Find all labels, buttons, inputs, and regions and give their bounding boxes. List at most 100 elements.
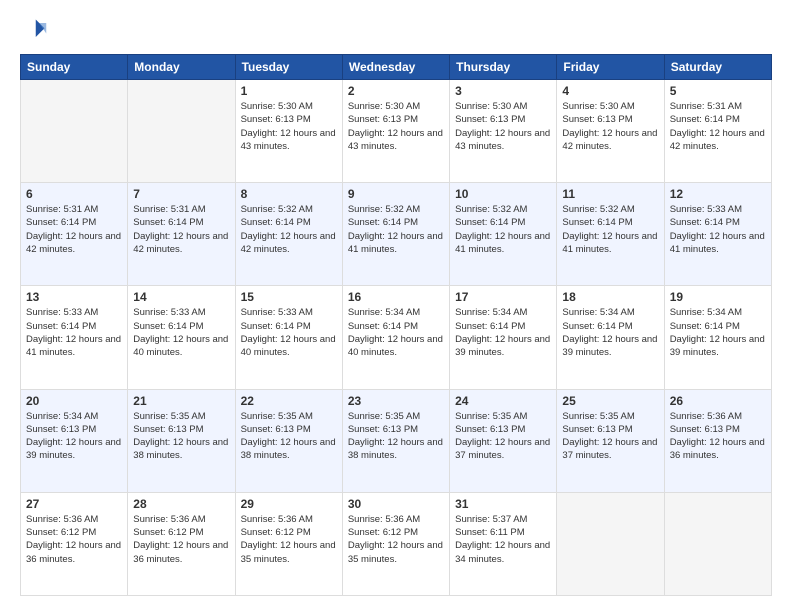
empty-cell [664,492,771,595]
day-info: Sunrise: 5:34 AMSunset: 6:13 PMDaylight:… [26,410,122,463]
week-row-4: 20 Sunrise: 5:34 AMSunset: 6:13 PMDayligh… [21,389,772,492]
day-number: 26 [670,394,766,408]
day-info: Sunrise: 5:34 AMSunset: 6:14 PMDaylight:… [670,306,766,359]
day-header-wednesday: Wednesday [342,55,449,80]
day-cell-31: 31 Sunrise: 5:37 AMSunset: 6:11 PMDayligh… [450,492,557,595]
day-info: Sunrise: 5:34 AMSunset: 6:14 PMDaylight:… [455,306,551,359]
day-number: 25 [562,394,658,408]
day-info: Sunrise: 5:30 AMSunset: 6:13 PMDaylight:… [241,100,337,153]
day-info: Sunrise: 5:34 AMSunset: 6:14 PMDaylight:… [348,306,444,359]
day-number: 29 [241,497,337,511]
day-number: 14 [133,290,229,304]
day-cell-1: 1 Sunrise: 5:30 AMSunset: 6:13 PMDaylight… [235,80,342,183]
day-number: 30 [348,497,444,511]
day-header-thursday: Thursday [450,55,557,80]
day-number: 11 [562,187,658,201]
week-row-5: 27 Sunrise: 5:36 AMSunset: 6:12 PMDayligh… [21,492,772,595]
day-cell-11: 11 Sunrise: 5:32 AMSunset: 6:14 PMDayligh… [557,183,664,286]
day-number: 13 [26,290,122,304]
day-number: 6 [26,187,122,201]
calendar-table: SundayMondayTuesdayWednesdayThursdayFrid… [20,54,772,596]
day-cell-6: 6Sunrise: 5:31 AMSunset: 6:14 PMDaylight… [21,183,128,286]
day-cell-18: 18 Sunrise: 5:34 AMSunset: 6:14 PMDayligh… [557,286,664,389]
day-info: Sunrise: 5:36 AMSunset: 6:12 PMDaylight:… [133,513,229,566]
day-number: 12 [670,187,766,201]
day-number: 7 [133,187,229,201]
day-info: Sunrise: 5:32 AMSunset: 6:14 PMDaylight:… [562,203,658,256]
day-info: Sunrise: 5:33 AMSunset: 6:14 PMDaylight:… [133,306,229,359]
day-cell-21: 21 Sunrise: 5:35 AMSunset: 6:13 PMDayligh… [128,389,235,492]
day-number: 3 [455,84,551,98]
day-cell-10: 10 Sunrise: 5:32 AMSunset: 6:14 PMDayligh… [450,183,557,286]
day-header-sunday: Sunday [21,55,128,80]
day-header-monday: Monday [128,55,235,80]
day-info: Sunrise: 5:37 AMSunset: 6:11 PMDaylight:… [455,513,551,566]
day-number: 10 [455,187,551,201]
day-info: Sunrise: 5:36 AMSunset: 6:12 PMDaylight:… [241,513,337,566]
empty-cell [557,492,664,595]
day-cell-23: 23 Sunrise: 5:35 AMSunset: 6:13 PMDayligh… [342,389,449,492]
day-number: 8 [241,187,337,201]
day-info: Sunrise: 5:33 AMSunset: 6:14 PMDaylight:… [241,306,337,359]
day-info: Sunrise: 5:35 AMSunset: 6:13 PMDaylight:… [348,410,444,463]
day-number: 4 [562,84,658,98]
day-number: 31 [455,497,551,511]
day-cell-29: 29 Sunrise: 5:36 AMSunset: 6:12 PMDayligh… [235,492,342,595]
day-info: Sunrise: 5:32 AMSunset: 6:14 PMDaylight:… [241,203,337,256]
day-number: 5 [670,84,766,98]
day-cell-28: 28 Sunrise: 5:36 AMSunset: 6:12 PMDayligh… [128,492,235,595]
day-info: Sunrise: 5:30 AMSunset: 6:13 PMDaylight:… [348,100,444,153]
day-header-friday: Friday [557,55,664,80]
day-number: 16 [348,290,444,304]
day-info: Sunrise: 5:32 AMSunset: 6:14 PMDaylight:… [348,203,444,256]
day-info: Sunrise: 5:30 AMSunset: 6:13 PMDaylight:… [562,100,658,153]
day-info: Sunrise: 5:33 AMSunset: 6:14 PMDaylight:… [670,203,766,256]
week-row-2: 6 Sunrise: 5:31 AMSunset: 6:14 PMDaylight… [21,183,772,286]
week-row-3: 13 Sunrise: 5:33 AMSunset: 6:14 PMDayligh… [21,286,772,389]
day-cell-20: 20 Sunrise: 5:34 AMSunset: 6:13 PMDayligh… [21,389,128,492]
day-info: Sunrise: 5:35 AMSunset: 6:13 PMDaylight:… [562,410,658,463]
day-cell-27: 27 Sunrise: 5:36 AMSunset: 6:12 PMDayligh… [21,492,128,595]
day-cell-3: 3 Sunrise: 5:30 AMSunset: 6:13 PMDaylight… [450,80,557,183]
day-info: Sunrise: 5:35 AMSunset: 6:13 PMDaylight:… [133,410,229,463]
day-number: 20 [26,394,122,408]
day-number: 28 [133,497,229,511]
day-cell-17: 17Sunrise: 5:34 AMSunset: 6:14 PMDayligh… [450,286,557,389]
day-cell-12: 12 Sunrise: 5:33 AMSunset: 6:14 PMDayligh… [664,183,771,286]
day-info: Sunrise: 5:31 AMSunset: 6:14 PMDaylight:… [133,203,229,256]
calendar-header-row: SundayMondayTuesdayWednesdayThursdayFrid… [21,55,772,80]
logo-icon [20,16,48,44]
day-number: 15 [241,290,337,304]
empty-cell [21,80,128,183]
day-number: 1 [241,84,337,98]
day-info: Sunrise: 5:35 AMSunset: 6:13 PMDaylight:… [241,410,337,463]
day-cell-24: 24Sunrise: 5:35 AMSunset: 6:13 PMDayligh… [450,389,557,492]
day-info: Sunrise: 5:34 AMSunset: 6:14 PMDaylight:… [562,306,658,359]
day-info: Sunrise: 5:36 AMSunset: 6:12 PMDaylight:… [26,513,122,566]
day-cell-15: 15 Sunrise: 5:33 AMSunset: 6:14 PMDayligh… [235,286,342,389]
day-cell-14: 14 Sunrise: 5:33 AMSunset: 6:14 PMDayligh… [128,286,235,389]
day-cell-4: 4 Sunrise: 5:30 AMSunset: 6:13 PMDaylight… [557,80,664,183]
week-row-1: 1 Sunrise: 5:30 AMSunset: 6:13 PMDaylight… [21,80,772,183]
day-info: Sunrise: 5:30 AMSunset: 6:13 PMDaylight:… [455,100,551,153]
day-cell-30: 30 Sunrise: 5:36 AMSunset: 6:12 PMDayligh… [342,492,449,595]
logo [20,16,52,44]
day-number: 27 [26,497,122,511]
day-number: 23 [348,394,444,408]
day-info: Sunrise: 5:31 AMSunset: 6:14 PMDaylight:… [670,100,766,153]
day-cell-2: 2Sunrise: 5:30 AMSunset: 6:13 PMDaylight… [342,80,449,183]
day-cell-25: 25 Sunrise: 5:35 AMSunset: 6:13 PMDayligh… [557,389,664,492]
day-cell-26: 26 Sunrise: 5:36 AMSunset: 6:13 PMDayligh… [664,389,771,492]
day-info: Sunrise: 5:36 AMSunset: 6:13 PMDaylight:… [670,410,766,463]
day-cell-7: 7 Sunrise: 5:31 AMSunset: 6:14 PMDaylight… [128,183,235,286]
header [20,16,772,44]
day-info: Sunrise: 5:32 AMSunset: 6:14 PMDaylight:… [455,203,551,256]
day-number: 19 [670,290,766,304]
day-number: 21 [133,394,229,408]
day-info: Sunrise: 5:36 AMSunset: 6:12 PMDaylight:… [348,513,444,566]
day-number: 18 [562,290,658,304]
day-cell-9: 9Sunrise: 5:32 AMSunset: 6:14 PMDaylight… [342,183,449,286]
day-cell-22: 22Sunrise: 5:35 AMSunset: 6:13 PMDayligh… [235,389,342,492]
day-info: Sunrise: 5:33 AMSunset: 6:14 PMDaylight:… [26,306,122,359]
page: SundayMondayTuesdayWednesdayThursdayFrid… [0,0,792,612]
